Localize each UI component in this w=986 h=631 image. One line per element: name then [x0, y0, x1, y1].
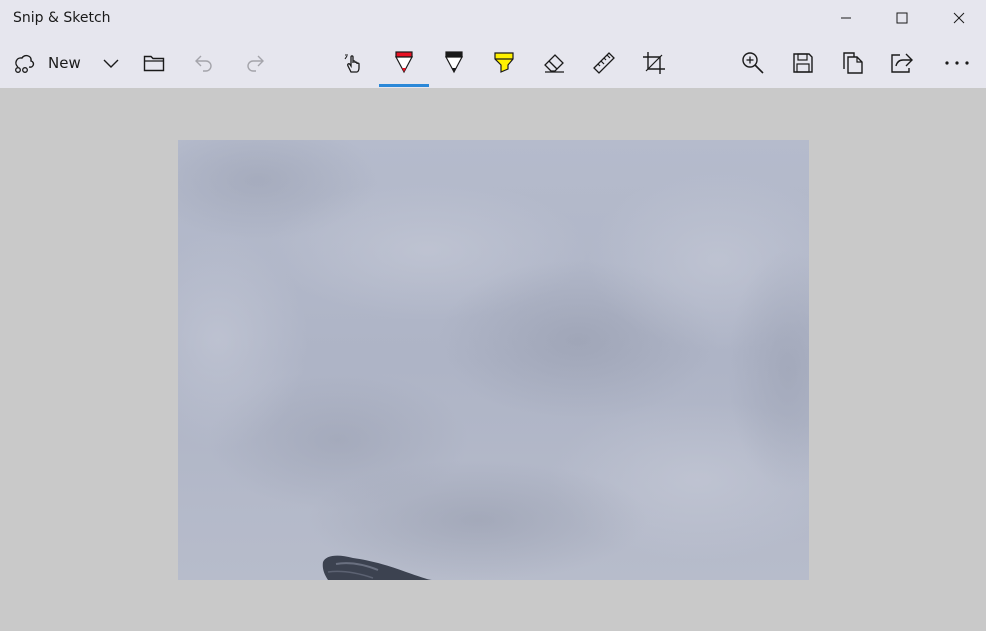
eraser-button[interactable] — [539, 38, 569, 88]
app-title: Snip & Sketch — [13, 10, 111, 26]
chevron-down-icon — [103, 59, 119, 68]
more-icon — [945, 61, 969, 65]
save-button[interactable] — [788, 38, 818, 88]
folder-icon — [143, 55, 165, 72]
ruler-button[interactable] — [589, 38, 619, 88]
new-snip-button[interactable]: New — [12, 38, 92, 88]
zoom-in-icon — [742, 52, 764, 74]
ruler-icon — [593, 52, 615, 74]
share-icon — [891, 53, 913, 73]
undo-button[interactable] — [189, 38, 219, 88]
share-button[interactable] — [887, 38, 917, 88]
snip-image[interactable] — [178, 140, 809, 580]
open-file-button[interactable] — [138, 38, 170, 88]
minimize-button[interactable] — [817, 0, 874, 36]
new-snip-options-button[interactable] — [98, 38, 124, 88]
pencil-button[interactable] — [439, 38, 469, 88]
maximize-button[interactable] — [873, 0, 930, 36]
redo-button[interactable] — [240, 38, 270, 88]
eraser-icon — [544, 54, 564, 73]
highlighter-button[interactable] — [489, 38, 519, 88]
undo-icon — [195, 55, 212, 72]
title-bar: Snip & Sketch — [0, 0, 986, 38]
highlighter-icon — [494, 52, 514, 73]
pencil-icon — [445, 51, 463, 74]
zoom-button[interactable] — [738, 38, 768, 88]
touch-writing-icon — [344, 54, 360, 73]
crop-button[interactable] — [639, 38, 669, 88]
see-more-button[interactable] — [940, 38, 974, 88]
close-icon — [953, 12, 964, 24]
maximize-icon — [896, 12, 907, 24]
crop-icon — [643, 52, 665, 74]
ballpoint-pen-icon — [395, 51, 413, 74]
active-tool-indicator — [379, 84, 429, 87]
snip-icon — [15, 54, 35, 73]
cloudy-sky-photo — [178, 140, 809, 580]
copy-icon — [843, 52, 863, 74]
toolbar: New — [0, 38, 986, 88]
redo-icon — [247, 55, 264, 72]
ballpoint-pen-button[interactable] — [389, 38, 419, 88]
minimize-icon — [840, 17, 851, 19]
close-button[interactable] — [930, 0, 986, 36]
copy-button[interactable] — [838, 38, 868, 88]
touch-writing-button[interactable] — [338, 38, 370, 88]
new-label: New — [48, 54, 81, 72]
snip-sketch-window: Snip & Sketch New — [0, 0, 986, 631]
save-icon — [793, 53, 813, 73]
